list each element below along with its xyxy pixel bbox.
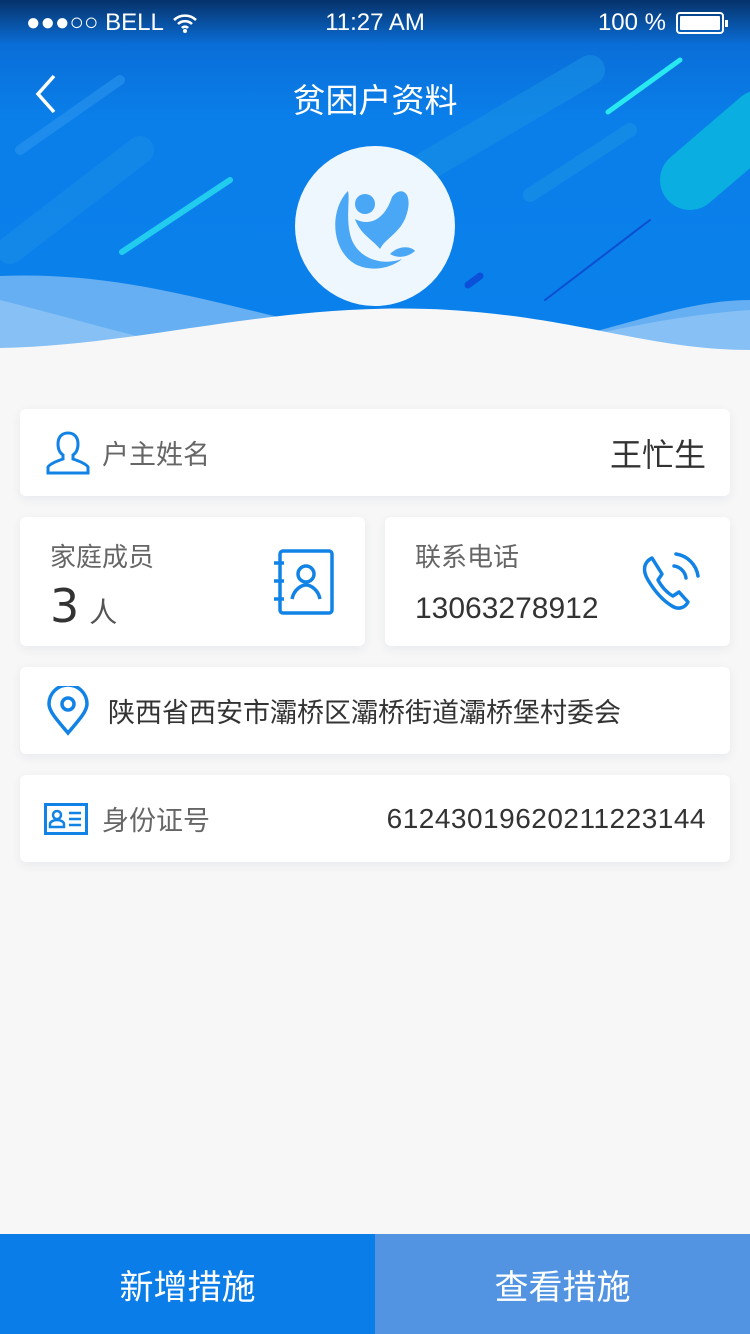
family-members-count: 3 <box>50 579 80 633</box>
family-members-card: 家庭成员 3 人 <box>20 517 365 646</box>
head-of-household-name: 王忙生 <box>609 435 706 474</box>
head-of-household-label: 户主姓名 <box>102 440 210 471</box>
page-title: 贫困户资料 <box>292 81 458 120</box>
view-measures-button[interactable]: 查看措施 <box>375 1234 750 1334</box>
phone-icon[interactable] <box>640 552 702 614</box>
add-measure-button[interactable]: 新增措施 <box>0 1234 375 1334</box>
logo-icon <box>335 190 415 269</box>
battery-icon <box>676 12 728 34</box>
family-members-unit: 人 <box>89 596 118 629</box>
address-text: 陕西省西安市灞桥区灞桥街道灞桥堡村委会 <box>108 698 621 729</box>
status-bar: ●●●○○ BELL 11:27 AM 100 % <box>0 0 750 45</box>
id-card-number: 61243019620211223144 <box>386 802 706 834</box>
user-icon <box>46 430 90 474</box>
family-members-label: 家庭成员 <box>50 543 155 573</box>
header-banner: ●●●○○ BELL 11:27 AM 100 % 贫困户资料 <box>0 0 750 385</box>
phone-label: 联系电话 <box>415 543 520 573</box>
avatar <box>295 146 455 306</box>
phone-number[interactable]: 13063278912 <box>415 592 599 626</box>
address-card: 陕西省西安市灞桥区灞桥街道灞桥堡村委会 <box>20 667 730 754</box>
id-card-card: 身份证号 61243019620211223144 <box>20 775 730 862</box>
id-card-icon <box>44 802 88 835</box>
id-card-label: 身份证号 <box>102 806 210 837</box>
head-of-household-card: 户主姓名 王忙生 <box>20 409 730 496</box>
location-pin-icon <box>47 685 89 736</box>
battery-percent: 100 % <box>597 9 666 36</box>
contacts-book-icon <box>274 549 334 615</box>
phone-card[interactable]: 联系电话 13063278912 <box>385 517 730 646</box>
